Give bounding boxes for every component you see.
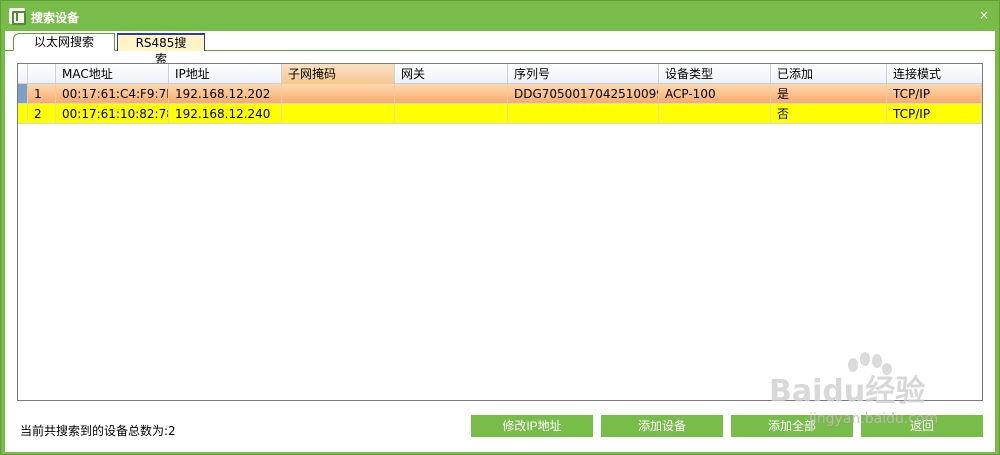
- close-dialog-button[interactable]: 返回: [861, 415, 983, 437]
- column-header-mode[interactable]: 连接模式: [887, 64, 982, 84]
- close-icon[interactable]: ×: [977, 8, 991, 22]
- tab-rs485-search[interactable]: RS485搜索: [117, 33, 205, 66]
- cell-index: 1: [28, 84, 56, 104]
- cell-index: 2: [28, 104, 56, 124]
- modify-ip-button[interactable]: 修改IP地址: [471, 415, 593, 437]
- cell-subnet-mask: [282, 84, 395, 104]
- device-count-summary: 当前共搜索到的设备总数为:2: [20, 424, 176, 438]
- column-header-added[interactable]: 已添加: [771, 64, 887, 84]
- cell-added: 是: [771, 84, 887, 104]
- table-row[interactable]: 1 00:17:61:C4:F9:7F 192.168.12.202 DDG70…: [18, 84, 982, 104]
- app-icon: [9, 8, 26, 25]
- cell-device-type: [659, 104, 771, 124]
- cell-subnet-mask: [282, 104, 395, 124]
- add-all-button[interactable]: 添加全部: [731, 415, 853, 437]
- cell-mac: 00:17:61:C4:F9:7F: [56, 84, 169, 104]
- search-device-window: 搜索设备 × 以太网搜索 RS485搜索 MAC地址 IP地址 子网掩码 网关 …: [0, 0, 1000, 455]
- column-header-device-type[interactable]: 设备类型: [659, 64, 771, 84]
- cell-added: 否: [771, 104, 887, 124]
- column-header-subnet-mask[interactable]: 子网掩码: [282, 64, 395, 84]
- row-selector[interactable]: [18, 104, 28, 124]
- column-header-mac[interactable]: MAC地址: [56, 64, 169, 84]
- window-title: 搜索设备: [31, 11, 80, 25]
- tab-ethernet-search[interactable]: 以太网搜索: [13, 33, 115, 51]
- cell-device-type: ACP-100: [659, 84, 771, 104]
- device-grid: MAC地址 IP地址 子网掩码 网关 序列号 设备类型 已添加 连接模式 1 0…: [17, 63, 983, 401]
- row-selector[interactable]: [18, 84, 28, 104]
- title-bar[interactable]: 搜索设备 ×: [1, 1, 999, 31]
- tab-strip: 以太网搜索 RS485搜索: [5, 31, 995, 66]
- cell-gateway: [395, 104, 508, 124]
- cell-ip: 192.168.12.202: [169, 84, 282, 104]
- grid-header: MAC地址 IP地址 子网掩码 网关 序列号 设备类型 已添加 连接模式: [18, 64, 982, 84]
- cell-serial: [508, 104, 659, 124]
- row-header-corner: [18, 64, 28, 84]
- cell-mode: TCP/IP: [887, 104, 982, 124]
- column-header-gateway[interactable]: 网关: [395, 64, 508, 84]
- cell-mode: TCP/IP: [887, 84, 982, 104]
- column-header-index[interactable]: [28, 64, 56, 84]
- client-area: 以太网搜索 RS485搜索 MAC地址 IP地址 子网掩码 网关 序列号 设备类…: [5, 31, 995, 452]
- column-header-serial[interactable]: 序列号: [508, 64, 659, 84]
- column-header-ip[interactable]: IP地址: [169, 64, 282, 84]
- cell-ip: 192.168.12.240: [169, 104, 282, 124]
- cell-mac: 00:17:61:10:82:78: [56, 104, 169, 124]
- add-device-button[interactable]: 添加设备: [601, 415, 723, 437]
- cell-serial: DDG7050017042510099: [508, 84, 659, 104]
- table-row[interactable]: 2 00:17:61:10:82:78 192.168.12.240 否 TCP…: [18, 104, 982, 124]
- cell-gateway: [395, 84, 508, 104]
